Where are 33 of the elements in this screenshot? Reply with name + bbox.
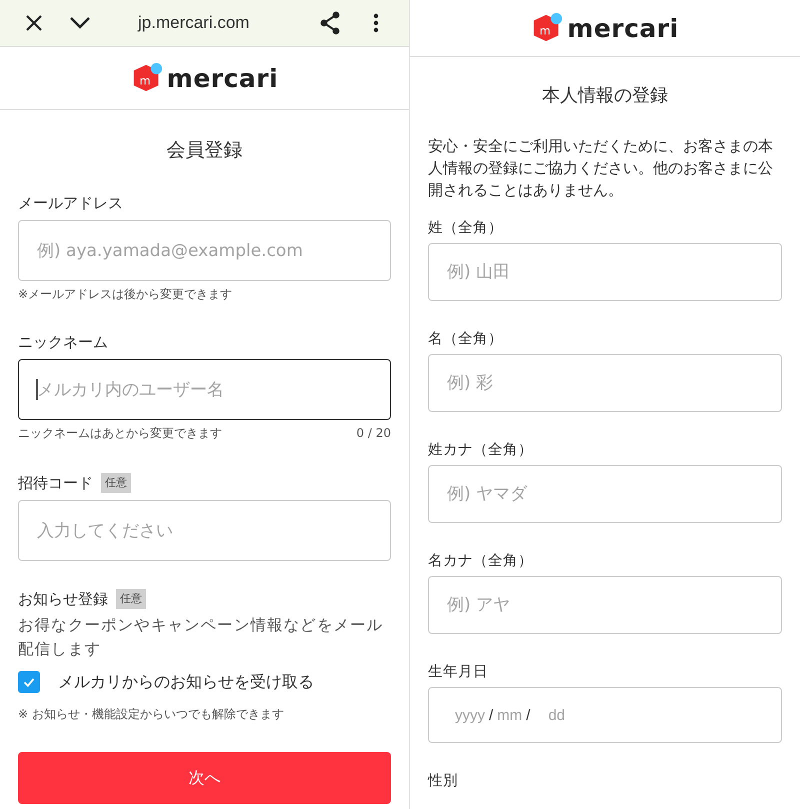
checkbox-label[interactable]: メルカリからのお知らせを受け取る (58, 672, 314, 692)
field-label: 名カナ（全角） (428, 552, 534, 571)
mercari-logo: m mercari (531, 12, 679, 44)
field-label: 姓（全角） (428, 219, 504, 238)
chevron-down-icon[interactable] (69, 16, 91, 30)
hint-text: ニックネームはあとから変更できます (18, 425, 222, 441)
field-label: 招待コード (18, 473, 93, 494)
intro-text: 安心・安全にご利用いただくために、お客さまの本人情報の登録にご協力ください。他のお客さまに公開されることはありません。 (428, 136, 774, 201)
character-counter: 0 / 20 (356, 425, 391, 441)
section-label: お知らせ登録 (18, 589, 108, 610)
field-label: 名（全角） (428, 330, 504, 349)
description-text: お得なクーポンやキャンペーン情報などをメール配信します (18, 615, 384, 660)
mercari-logo: m mercari (130, 62, 278, 94)
field-label: 姓カナ（全角） (428, 441, 534, 460)
page-title: 本人情報の登録 (541, 84, 669, 108)
next-button[interactable]: 次へ (18, 752, 391, 804)
field-label: 生年月日 (428, 663, 489, 682)
optional-tag: 任意 (116, 589, 146, 609)
hint-text: ※メールアドレスは後から変更できます (18, 286, 232, 302)
input-field[interactable]: メルカリ内のユーザー名 (18, 359, 391, 420)
field-label: メールアドレス (18, 193, 123, 214)
note-text: ※ お知らせ・機能設定からいつでも解除できます (18, 706, 285, 722)
date-field[interactable]: yyyy / mm / dd (428, 687, 782, 743)
menu-icon[interactable] (373, 13, 379, 33)
field-label: 性別 (428, 772, 459, 791)
close-icon[interactable] (24, 13, 44, 33)
text-cursor (36, 379, 38, 400)
share-icon[interactable] (319, 11, 341, 35)
checkbox[interactable] (18, 671, 40, 693)
optional-tag: 任意 (101, 473, 131, 493)
field-label: ニックネーム (18, 332, 108, 353)
page-title: 会員登録 (166, 138, 244, 163)
url-text[interactable]: jp.mercari.com (138, 13, 250, 33)
